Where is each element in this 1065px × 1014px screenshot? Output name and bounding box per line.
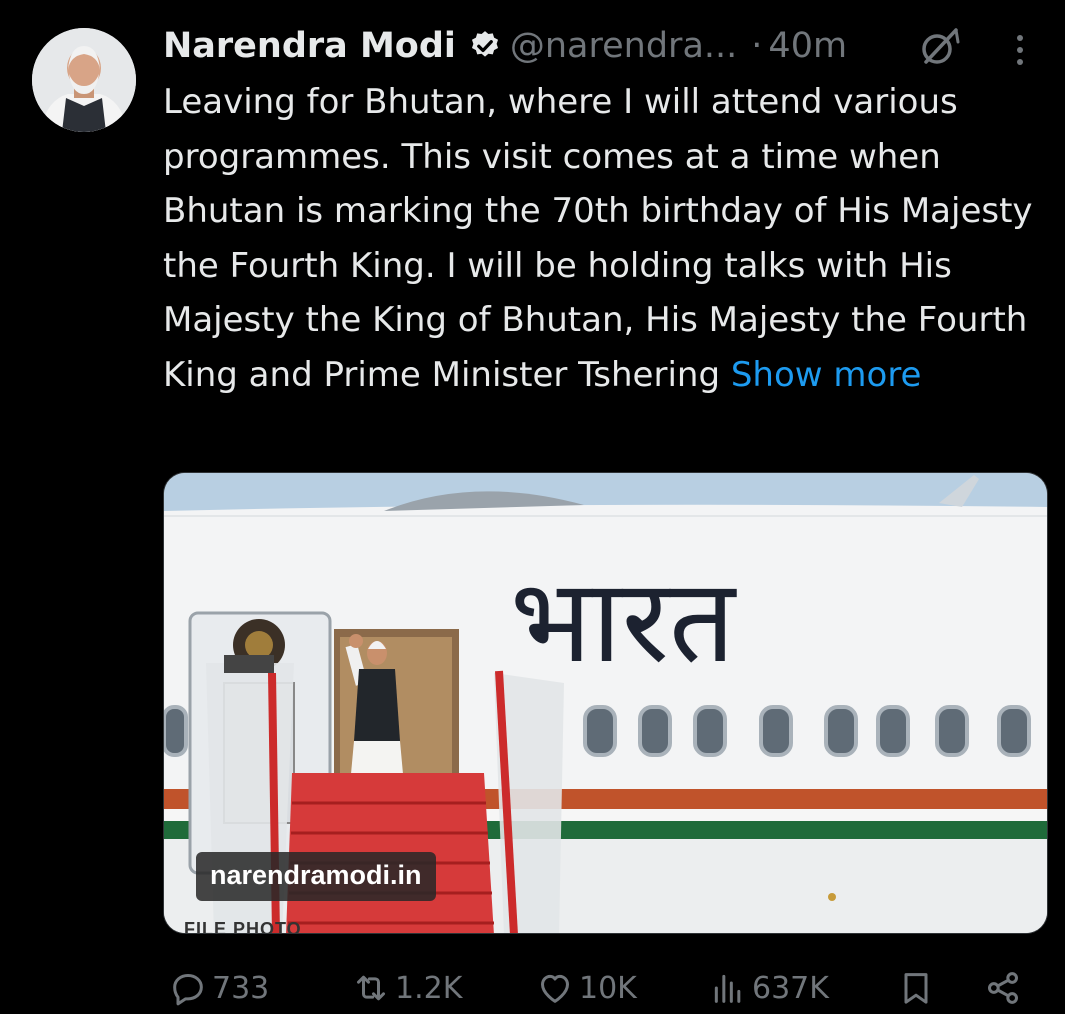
verified-badge-icon [471, 31, 498, 57]
post-text: Leaving for Bhutan, where I will attend … [163, 75, 1053, 402]
grok-icon[interactable] [916, 24, 962, 70]
like-button[interactable]: 10K [535, 962, 637, 1014]
avatar[interactable] [32, 28, 136, 132]
file-photo-caption: FILE PHOTO [184, 919, 302, 934]
avatar-image [32, 28, 136, 132]
aircraft-lettering: भारत [510, 554, 737, 689]
show-more-link[interactable]: Show more [731, 355, 922, 395]
repost-icon [357, 975, 385, 1001]
repost-count: 1.2K [395, 970, 463, 1006]
reply-button[interactable]: 733 [168, 962, 269, 1014]
author-handle[interactable]: @narendra... [510, 26, 737, 66]
share-icon [988, 972, 1018, 1004]
bookmark-button[interactable] [896, 962, 940, 1014]
share-button[interactable] [983, 962, 1027, 1014]
action-bar: 733 1.2K 10K 637K [163, 962, 1043, 1014]
like-icon [541, 974, 569, 1003]
separator-dot: · [751, 26, 763, 66]
more-options-icon[interactable] [1010, 30, 1030, 70]
views-icon [714, 974, 741, 1003]
reply-count: 733 [212, 970, 270, 1006]
author-name[interactable]: Narendra Modi [163, 26, 456, 66]
reply-icon [173, 974, 203, 1006]
post-time[interactable]: 40m [768, 26, 847, 66]
bookmark-icon [904, 973, 928, 1004]
views-count: 637K [752, 970, 829, 1006]
like-count: 10K [579, 970, 637, 1006]
repost-button[interactable]: 1.2K [351, 962, 462, 1014]
views-button[interactable]: 637K [708, 962, 829, 1014]
post-header: Narendra Modi @narendra... · 40m [163, 22, 847, 70]
media-watermark: narendramodi.in [196, 852, 436, 901]
post-media[interactable]: भारत narendramodi.in FILE PHOTO [163, 472, 1048, 934]
post-text-content: Leaving for Bhutan, where I will attend … [163, 82, 1033, 395]
